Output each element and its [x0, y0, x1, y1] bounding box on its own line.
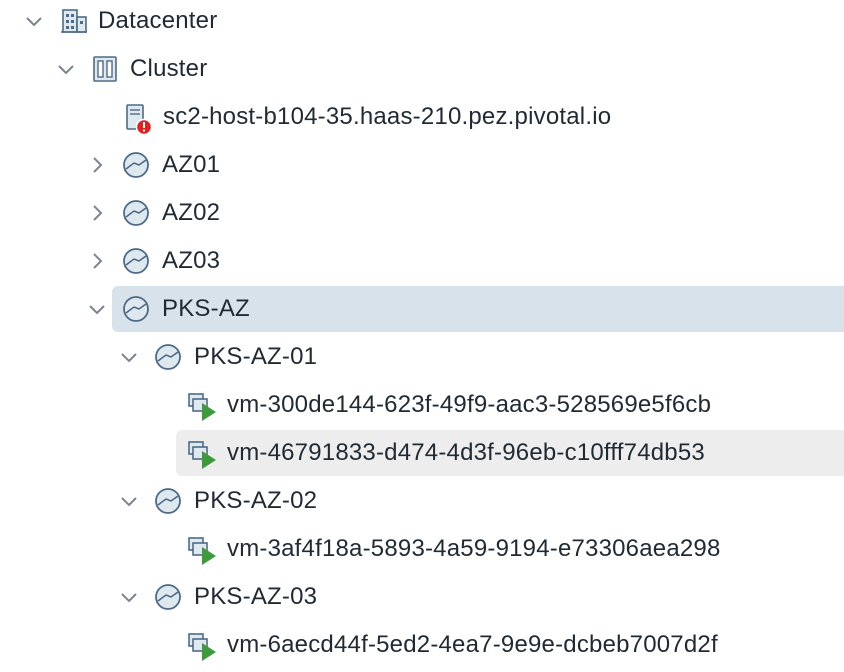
host-label: sc2-host-b104-35.haas-210.pez.pivotal.io — [163, 103, 612, 130]
tree-node-vm[interactable]: vm-3af4f18a-5893-4a59-9194-e73306aea298 — [0, 526, 844, 572]
tree-node-az03[interactable]: AZ03 — [0, 238, 844, 284]
cluster-icon — [90, 54, 120, 84]
resource-pool-icon — [121, 294, 151, 324]
tree-node-az01[interactable]: AZ01 — [0, 142, 844, 188]
resource-pool-icon — [153, 486, 183, 516]
vm-label: vm-46791833-d474-4d3f-96eb-c10fff74db53 — [227, 439, 705, 466]
vm-powered-on-icon — [186, 630, 216, 661]
host-error-icon — [122, 102, 153, 136]
tree-node-host[interactable]: sc2-host-b104-35.haas-210.pez.pivotal.io — [0, 94, 844, 140]
sub-pool-label: PKS-AZ-01 — [194, 343, 318, 370]
resource-pool-icon — [121, 246, 151, 276]
tree-node-vm[interactable]: vm-300de144-623f-49f9-aac3-528569e5f6cb — [0, 382, 844, 428]
tree-node-vm[interactable]: vm-6aecd44f-5ed2-4ea7-9e9e-dcbeb7007d2f — [0, 622, 844, 668]
vm-label: vm-300de144-623f-49f9-aac3-528569e5f6cb — [227, 391, 712, 418]
tree-node-pks-az-03[interactable]: PKS-AZ-03 — [0, 574, 844, 620]
resource-pool-icon — [153, 342, 183, 372]
vm-powered-on-icon — [186, 438, 216, 469]
tree-node-cluster[interactable]: Cluster — [0, 46, 844, 92]
chevron-right-icon[interactable] — [86, 250, 108, 272]
datacenter-icon — [59, 6, 89, 36]
chevron-down-icon[interactable] — [118, 490, 140, 512]
vm-powered-on-icon — [186, 390, 216, 421]
vm-label: vm-6aecd44f-5ed2-4ea7-9e9e-dcbeb7007d2f — [227, 631, 718, 658]
chevron-down-icon[interactable] — [118, 586, 140, 608]
vm-label: vm-3af4f18a-5893-4a59-9194-e73306aea298 — [227, 535, 721, 562]
chevron-down-icon[interactable] — [55, 58, 77, 80]
chevron-down-icon[interactable] — [23, 10, 45, 32]
chevron-right-icon[interactable] — [86, 202, 108, 224]
sub-pool-label: PKS-AZ-02 — [194, 487, 318, 514]
chevron-down-icon[interactable] — [86, 298, 108, 320]
resource-pool-icon — [153, 582, 183, 612]
vm-powered-on-icon — [186, 534, 216, 565]
cluster-label: Cluster — [130, 55, 208, 82]
pool-label: AZ01 — [162, 151, 221, 178]
resource-pool-icon — [121, 198, 151, 228]
datacenter-label: Datacenter — [98, 7, 218, 34]
tree-node-pks-az-02[interactable]: PKS-AZ-02 — [0, 478, 844, 524]
tree-node-datacenter[interactable]: Datacenter — [0, 0, 844, 44]
tree-node-pks-az[interactable]: PKS-AZ — [0, 286, 844, 332]
pool-label: AZ02 — [162, 199, 221, 226]
pool-label: AZ03 — [162, 247, 221, 274]
tree-node-az02[interactable]: AZ02 — [0, 190, 844, 236]
pool-label: PKS-AZ — [162, 295, 250, 322]
chevron-down-icon[interactable] — [118, 346, 140, 368]
tree-node-pks-az-01[interactable]: PKS-AZ-01 — [0, 334, 844, 380]
chevron-right-icon[interactable] — [86, 154, 108, 176]
tree-node-vm[interactable]: vm-46791833-d474-4d3f-96eb-c10fff74db53 — [0, 430, 844, 476]
sub-pool-label: PKS-AZ-03 — [194, 583, 318, 610]
resource-pool-icon — [121, 150, 151, 180]
